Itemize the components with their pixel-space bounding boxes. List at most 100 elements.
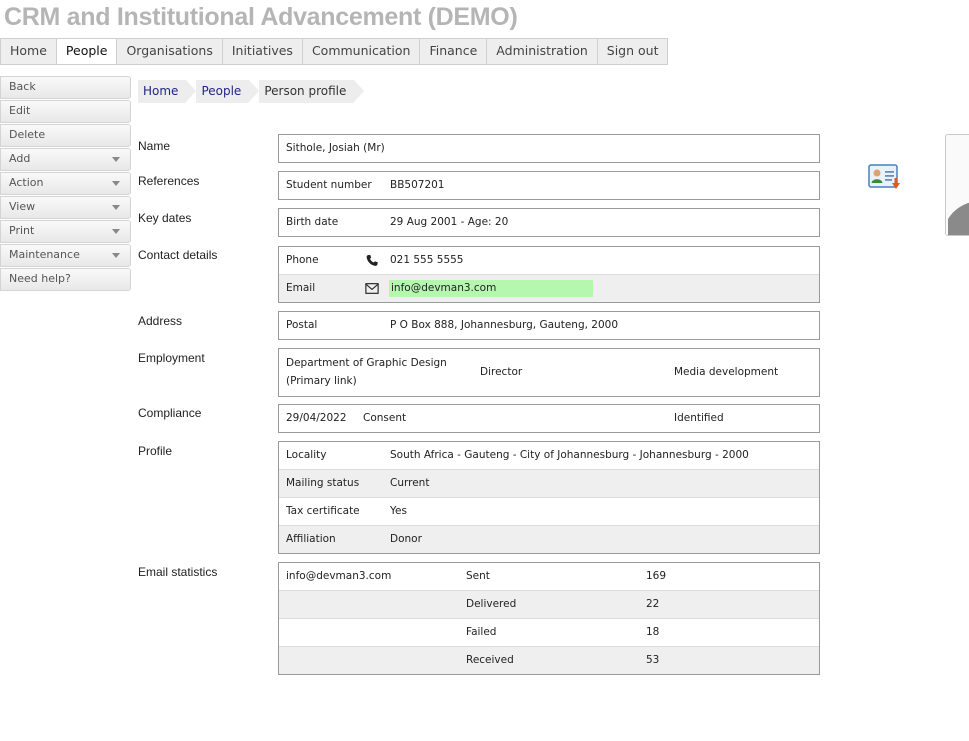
phone-icon[interactable] <box>365 254 379 267</box>
app-title: CRM and Institutional Advancement (DEMO) <box>4 3 518 31</box>
action-menu[interactable]: Action <box>0 172 131 195</box>
reference-value: BB507201 <box>390 179 445 191</box>
birth-date-value: 29 Aug 2001 - Age: 20 <box>390 216 509 228</box>
tab-communication[interactable]: Communication <box>303 39 421 64</box>
profile-row: Affiliation Donor <box>279 525 819 553</box>
edit-button[interactable]: Edit <box>0 100 131 123</box>
profile-row: Tax certificate Yes <box>279 497 819 525</box>
back-button[interactable]: Back <box>0 76 131 99</box>
profile-box: Locality South Africa - Gauteng - City o… <box>278 441 820 554</box>
email-stats-count: 169 <box>646 570 667 582</box>
employment-position: Director <box>480 366 523 378</box>
compliance-label: Compliance <box>138 406 202 420</box>
compliance-date: 29/04/2022 <box>286 412 347 424</box>
profile-row: Locality South Africa - Gauteng - City o… <box>279 442 819 469</box>
references-box: Student number BB507201 <box>278 171 820 200</box>
side-preview-panel <box>945 134 969 236</box>
profile-field: Mailing status <box>286 477 360 489</box>
chevron-down-icon <box>112 157 120 162</box>
breadcrumb-home[interactable]: Home <box>138 80 197 103</box>
references-label: References <box>138 174 200 188</box>
employment-label: Employment <box>138 351 205 365</box>
compliance-box: 29/04/2022 Consent Identified <box>278 404 820 433</box>
email-field: Email <box>286 282 316 294</box>
add-menu[interactable]: Add <box>0 148 131 171</box>
chevron-down-icon <box>112 253 120 258</box>
side-item-label: Edit <box>9 104 31 117</box>
phone-value[interactable]: 021 555 5555 <box>390 247 463 274</box>
side-item-label: Action <box>9 176 44 189</box>
email-statistics-box: info@devman3.com Sent 169 Delivered 22 F… <box>278 562 820 675</box>
reference-field: Student number <box>286 179 372 191</box>
profile-value: South Africa - Gauteng - City of Johanne… <box>390 449 749 461</box>
breadcrumb: Home People Person profile <box>138 80 365 103</box>
tab-sign-out[interactable]: Sign out <box>598 39 668 64</box>
chevron-down-icon <box>112 229 120 234</box>
contact-details-label: Contact details <box>138 248 218 262</box>
email-value-wrap: info@devman3.com <box>389 275 593 302</box>
breadcrumb-person-profile: Person profile <box>259 80 365 103</box>
side-item-label: Delete <box>9 128 46 141</box>
envelope-icon[interactable] <box>365 282 379 295</box>
employment-department-cell: Department of Graphic Design (Primary li… <box>286 354 447 390</box>
profile-label: Profile <box>138 444 173 458</box>
email-stats-metric: Delivered <box>466 598 517 610</box>
tab-administration[interactable]: Administration <box>487 39 598 64</box>
profile-value: Current <box>390 477 430 489</box>
print-menu[interactable]: Print <box>0 220 131 243</box>
tab-home[interactable]: Home <box>1 39 57 64</box>
chevron-down-icon <box>112 205 120 210</box>
employment-box: Department of Graphic Design (Primary li… <box>278 348 820 397</box>
compliance-status: Identified <box>674 412 724 424</box>
profile-row: Mailing status Current <box>279 469 819 497</box>
name-label: Name <box>138 139 171 153</box>
employment-area: Media development <box>674 366 779 378</box>
delete-button[interactable]: Delete <box>0 124 131 147</box>
side-item-label: Maintenance <box>9 248 80 261</box>
name-box: Sithole, Josiah (Mr) <box>278 134 820 163</box>
email-stats-row: Received 53 <box>279 646 819 674</box>
email-stats-count: 22 <box>646 598 660 610</box>
address-label: Address <box>138 314 183 328</box>
tab-finance[interactable]: Finance <box>420 39 488 64</box>
side-item-label: View <box>9 200 36 213</box>
key-dates-label: Key dates <box>138 211 192 225</box>
profile-value: Yes <box>390 505 407 517</box>
birth-date-field: Birth date <box>286 216 339 228</box>
address-value: P O Box 888, Johannesburg, Gauteng, 2000 <box>390 319 619 331</box>
email-stats-row: Failed 18 <box>279 618 819 646</box>
key-dates-box: Birth date 29 Aug 2001 - Age: 20 <box>278 208 820 237</box>
email-stats-row: Delivered 22 <box>279 590 819 618</box>
side-item-label: Print <box>9 224 35 237</box>
profile-field: Locality <box>286 449 327 461</box>
address-field: Postal <box>286 319 318 331</box>
view-menu[interactable]: View <box>0 196 131 219</box>
email-stats-count: 53 <box>646 654 660 666</box>
profile-field: Affiliation <box>286 533 336 545</box>
email-stats-metric: Failed <box>466 626 497 638</box>
side-item-label: Add <box>9 152 31 165</box>
employment-department[interactable]: Department of Graphic Design <box>286 354 447 372</box>
employment-primary-link: (Primary link) <box>286 375 357 387</box>
tab-people[interactable]: People <box>56 39 118 64</box>
person-name: Sithole, Josiah (Mr) <box>286 142 385 154</box>
top-navigation: Home People Organisations Initiatives Co… <box>0 38 669 65</box>
email-value[interactable]: info@devman3.com <box>389 280 593 297</box>
tab-initiatives[interactable]: Initiatives <box>223 39 303 64</box>
email-statistics-label: Email statistics <box>138 565 218 579</box>
contact-details-box: Phone 021 555 5555 Email info@devman3.co… <box>278 246 820 303</box>
photo-placeholder-icon <box>948 202 969 235</box>
chevron-down-icon <box>112 181 120 186</box>
maintenance-menu[interactable]: Maintenance <box>0 244 131 267</box>
address-box: Postal P O Box 888, Johannesburg, Gauten… <box>278 311 820 340</box>
need-help-button[interactable]: Need help? <box>0 268 131 291</box>
email-stats-count: 18 <box>646 626 660 638</box>
phone-field: Phone <box>286 254 319 266</box>
tab-organisations[interactable]: Organisations <box>117 39 223 64</box>
breadcrumb-people[interactable]: People <box>196 80 260 103</box>
contact-card-download-icon[interactable] <box>866 163 904 195</box>
email-stats-row: info@devman3.com Sent 169 <box>279 563 819 590</box>
profile-field: Tax certificate <box>286 505 360 517</box>
email-stats-address[interactable]: info@devman3.com <box>286 563 391 590</box>
compliance-type: Consent <box>363 412 407 424</box>
